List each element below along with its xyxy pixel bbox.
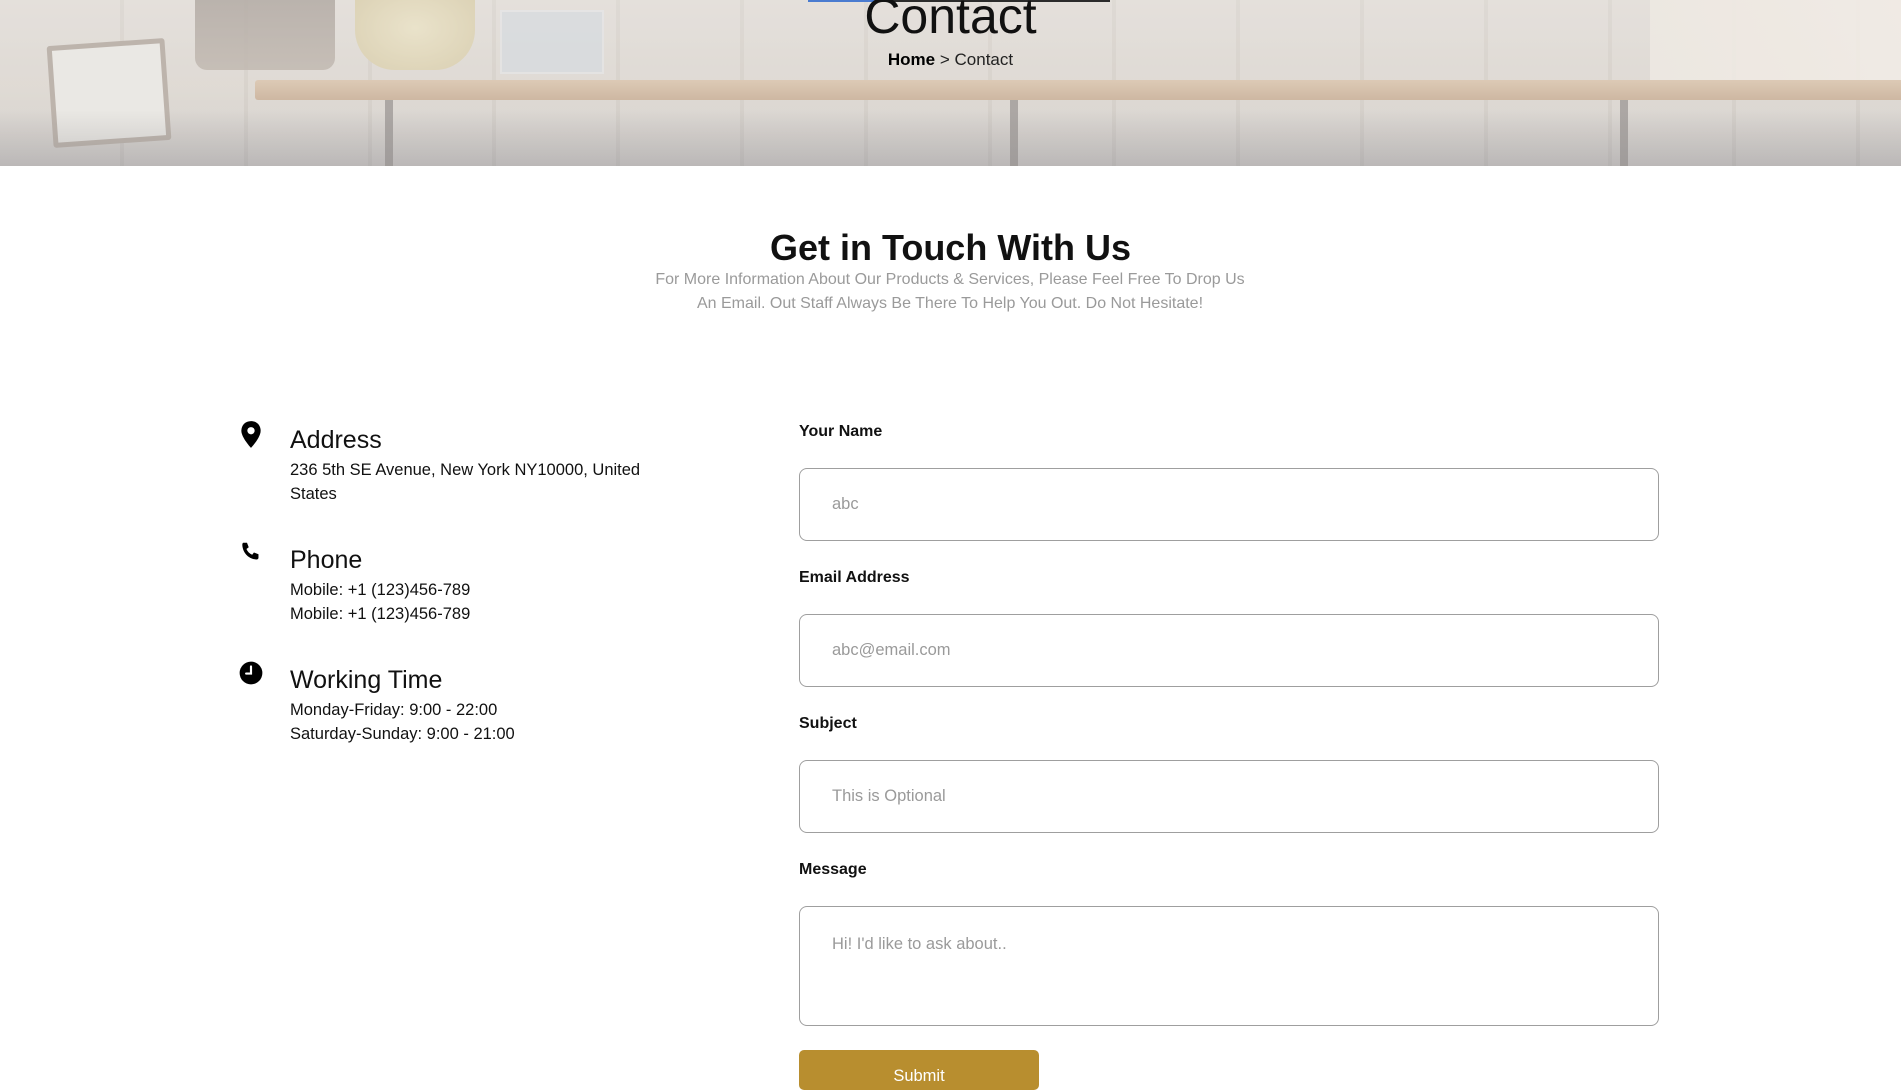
- submit-button[interactable]: Submit: [799, 1050, 1039, 1090]
- contact-address-title: Address: [290, 426, 382, 454]
- section-description-line: An Email. Out Staff Always Be There To H…: [696, 295, 1204, 312]
- section-description-line: For More Information About Our Products …: [655, 271, 1245, 288]
- phone-icon: [238, 540, 264, 570]
- contact-working-time-text: Monday-Friday: 9:00 - 22:00 Saturday-Sun…: [290, 698, 678, 746]
- contact-phone-line: Mobile: +1 (123)456-789: [290, 581, 471, 599]
- breadcrumb-current: Contact: [954, 50, 1014, 69]
- contact-working-time-title: Working Time: [290, 666, 443, 694]
- subject-label: Subject: [799, 715, 857, 732]
- breadcrumb-separator: >: [939, 50, 950, 69]
- contact-phone-text: Mobile: +1 (123)456-789 Mobile: +1 (123)…: [290, 578, 678, 626]
- message-label: Message: [799, 861, 867, 878]
- contact-address-line: 236 5th SE Avenue, New York NY10000, Uni…: [290, 461, 641, 503]
- breadcrumb-home-link[interactable]: Home: [888, 50, 935, 69]
- contact-phone-line: Mobile: +1 (123)456-789: [290, 605, 471, 623]
- email-label: Email Address: [799, 569, 910, 586]
- name-input[interactable]: [799, 468, 1659, 541]
- section-heading: Get in Touch With Us: [770, 227, 1131, 268]
- breadcrumb: Home > Contact: [0, 49, 1901, 71]
- contact-working-time-line: Saturday-Sunday: 9:00 - 21:00: [290, 725, 515, 743]
- clock-icon: [238, 660, 264, 690]
- name-label: Your Name: [799, 423, 883, 440]
- location-pin-icon: [238, 420, 264, 450]
- contact-address-text: 236 5th SE Avenue, New York NY10000, Uni…: [290, 458, 678, 506]
- hero-bottom-shade: [0, 110, 1901, 166]
- contact-working-time-line: Monday-Friday: 9:00 - 22:00: [290, 701, 498, 719]
- page-title: Contact: [864, 0, 1037, 44]
- message-textarea[interactable]: [799, 906, 1659, 1026]
- contact-phone-title: Phone: [290, 546, 363, 574]
- subject-input[interactable]: [799, 760, 1659, 833]
- section-description: For More Information About Our Products …: [640, 268, 1260, 316]
- email-input[interactable]: [799, 614, 1659, 687]
